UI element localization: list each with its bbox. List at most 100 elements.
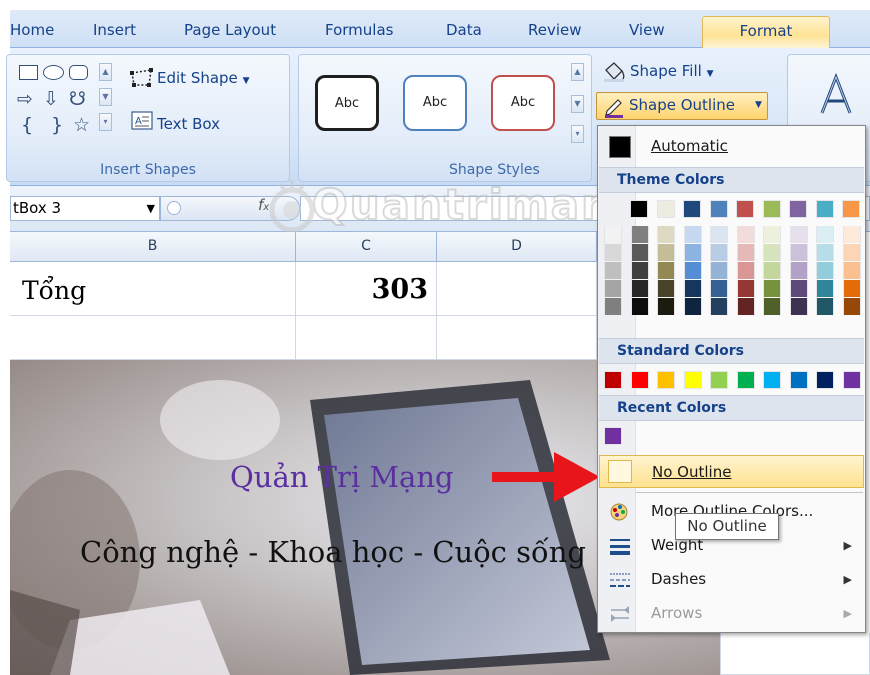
theme-color-shade-swatch[interactable] bbox=[736, 226, 755, 243]
curved-shape-icon[interactable]: ☋ bbox=[69, 89, 86, 109]
theme-color-shade-swatch[interactable] bbox=[842, 280, 861, 297]
name-box[interactable]: tBox 3 ▼ bbox=[10, 196, 160, 221]
theme-color-shade-swatch[interactable] bbox=[657, 244, 675, 261]
tab-home[interactable]: Home bbox=[10, 16, 60, 48]
theme-color-swatch[interactable] bbox=[736, 200, 754, 218]
tab-formulas[interactable]: Formulas bbox=[325, 16, 410, 48]
shape-fill-button[interactable]: Shape Fill ▼ bbox=[630, 62, 713, 80]
cell-right-bottom[interactable] bbox=[720, 633, 870, 675]
theme-color-shade-swatch[interactable] bbox=[816, 280, 834, 297]
theme-color-shade-swatch[interactable] bbox=[630, 298, 649, 315]
theme-color-shade-swatch[interactable] bbox=[789, 226, 808, 243]
theme-color-shade-swatch[interactable] bbox=[657, 226, 675, 243]
standard-color-swatch[interactable] bbox=[683, 371, 702, 389]
theme-color-swatch[interactable] bbox=[789, 200, 807, 218]
left-brace-shape-icon[interactable]: { bbox=[21, 115, 33, 135]
right-arrow-shape-icon[interactable]: ⇨ bbox=[17, 89, 33, 109]
chevron-down-icon[interactable]: ▼ bbox=[147, 197, 155, 220]
theme-color-shade-swatch[interactable] bbox=[683, 244, 702, 261]
theme-color-shade-swatch[interactable] bbox=[604, 262, 622, 279]
down-arrow-shape-icon[interactable]: ⇩ bbox=[43, 89, 59, 109]
theme-color-shade-swatch[interactable] bbox=[842, 262, 861, 279]
cell-b1[interactable]: Tổng bbox=[10, 262, 296, 316]
theme-color-swatch[interactable] bbox=[630, 200, 648, 218]
tab-format[interactable]: Format bbox=[702, 16, 830, 48]
theme-color-shade-swatch[interactable] bbox=[630, 226, 649, 243]
theme-color-swatch[interactable] bbox=[683, 200, 701, 218]
standard-color-swatch[interactable] bbox=[710, 371, 728, 389]
wordart-a-icon[interactable] bbox=[814, 73, 858, 117]
cell-d2[interactable] bbox=[437, 316, 597, 360]
theme-color-swatch[interactable] bbox=[815, 200, 834, 218]
rounded-rectangle-shape-icon[interactable] bbox=[69, 65, 88, 80]
theme-color-shade-swatch[interactable] bbox=[816, 226, 834, 243]
standard-color-swatch[interactable] bbox=[842, 371, 861, 389]
theme-color-shade-swatch[interactable] bbox=[683, 262, 702, 279]
standard-color-swatch[interactable] bbox=[630, 371, 649, 389]
theme-color-shade-swatch[interactable] bbox=[789, 244, 808, 261]
theme-color-shade-swatch[interactable] bbox=[816, 298, 834, 315]
theme-color-shade-swatch[interactable] bbox=[683, 226, 702, 243]
textbox-subtitle[interactable]: Công nghệ - Khoa học - Cuộc sống bbox=[80, 535, 586, 569]
theme-color-shade-swatch[interactable] bbox=[604, 298, 622, 315]
tab-review[interactable]: Review bbox=[528, 16, 593, 48]
tab-data[interactable]: Data bbox=[446, 16, 491, 48]
theme-color-shade-swatch[interactable] bbox=[763, 298, 781, 315]
styles-scroll-up-icon[interactable]: ▲ bbox=[571, 63, 584, 81]
shapes-more-icon[interactable]: ▾ bbox=[99, 113, 112, 131]
theme-color-shade-swatch[interactable] bbox=[763, 280, 781, 297]
cell-d1[interactable] bbox=[437, 262, 597, 316]
theme-color-shade-swatch[interactable] bbox=[683, 280, 702, 297]
column-header-c[interactable]: C bbox=[296, 232, 437, 262]
column-header-d[interactable]: D bbox=[437, 232, 597, 262]
theme-color-shade-swatch[interactable] bbox=[789, 298, 808, 315]
shape-style-blue[interactable]: Abc bbox=[403, 75, 467, 131]
theme-color-shade-swatch[interactable] bbox=[604, 226, 622, 243]
star-shape-icon[interactable]: ☆ bbox=[73, 115, 90, 135]
theme-color-shade-swatch[interactable] bbox=[683, 298, 702, 315]
theme-color-shade-swatch[interactable] bbox=[710, 244, 728, 261]
rectangle-shape-icon[interactable] bbox=[19, 65, 38, 80]
edit-shape-button[interactable]: Edit Shape ▼ bbox=[157, 69, 250, 87]
shape-style-black[interactable]: Abc bbox=[315, 75, 379, 131]
styles-more-icon[interactable]: ▾ bbox=[571, 125, 584, 143]
automatic-color-item[interactable]: Automatic bbox=[599, 130, 864, 163]
theme-color-shade-swatch[interactable] bbox=[710, 298, 728, 315]
tab-page-layout[interactable]: Page Layout bbox=[184, 16, 294, 48]
theme-color-shade-swatch[interactable] bbox=[630, 262, 649, 279]
theme-color-shade-swatch[interactable] bbox=[763, 262, 781, 279]
no-outline-item[interactable]: No Outline bbox=[599, 455, 864, 488]
tab-insert[interactable]: Insert bbox=[93, 16, 153, 48]
shape-style-red[interactable]: Abc bbox=[491, 75, 555, 131]
theme-color-shade-swatch[interactable] bbox=[763, 244, 781, 261]
right-brace-shape-icon[interactable]: } bbox=[51, 115, 63, 135]
theme-color-shade-swatch[interactable] bbox=[736, 262, 755, 279]
theme-color-shade-swatch[interactable] bbox=[736, 298, 755, 315]
expand-circle-icon[interactable] bbox=[167, 201, 181, 215]
column-header-b[interactable]: B bbox=[10, 232, 296, 262]
dashes-item[interactable]: Dashes ▶ bbox=[599, 563, 864, 596]
standard-color-swatch[interactable] bbox=[736, 371, 755, 389]
cell-b2[interactable] bbox=[10, 316, 296, 360]
theme-color-shade-swatch[interactable] bbox=[842, 244, 861, 261]
theme-color-shade-swatch[interactable] bbox=[604, 244, 622, 261]
styles-scroll-down-icon[interactable]: ▼ bbox=[571, 95, 584, 113]
theme-color-swatch[interactable] bbox=[656, 200, 675, 218]
standard-color-swatch[interactable] bbox=[816, 371, 834, 389]
textbox-title[interactable]: Quản Trị Mạng bbox=[230, 460, 454, 494]
theme-color-shade-swatch[interactable] bbox=[789, 262, 808, 279]
standard-color-swatch[interactable] bbox=[604, 371, 622, 389]
theme-color-shade-swatch[interactable] bbox=[657, 280, 675, 297]
shapes-scroll-down-icon[interactable]: ▼ bbox=[99, 88, 112, 106]
standard-color-swatch[interactable] bbox=[657, 371, 675, 389]
oval-shape-icon[interactable] bbox=[43, 65, 64, 80]
cell-c1[interactable]: 303 bbox=[296, 262, 437, 316]
theme-color-shade-swatch[interactable] bbox=[710, 280, 728, 297]
theme-color-swatch[interactable] bbox=[842, 200, 860, 218]
tab-view[interactable]: View bbox=[629, 16, 674, 48]
text-box-button[interactable]: Text Box bbox=[157, 115, 220, 133]
theme-color-swatch[interactable] bbox=[762, 200, 781, 218]
theme-color-shade-swatch[interactable] bbox=[657, 262, 675, 279]
theme-color-shade-swatch[interactable] bbox=[842, 226, 861, 243]
theme-color-shade-swatch[interactable] bbox=[789, 280, 808, 297]
